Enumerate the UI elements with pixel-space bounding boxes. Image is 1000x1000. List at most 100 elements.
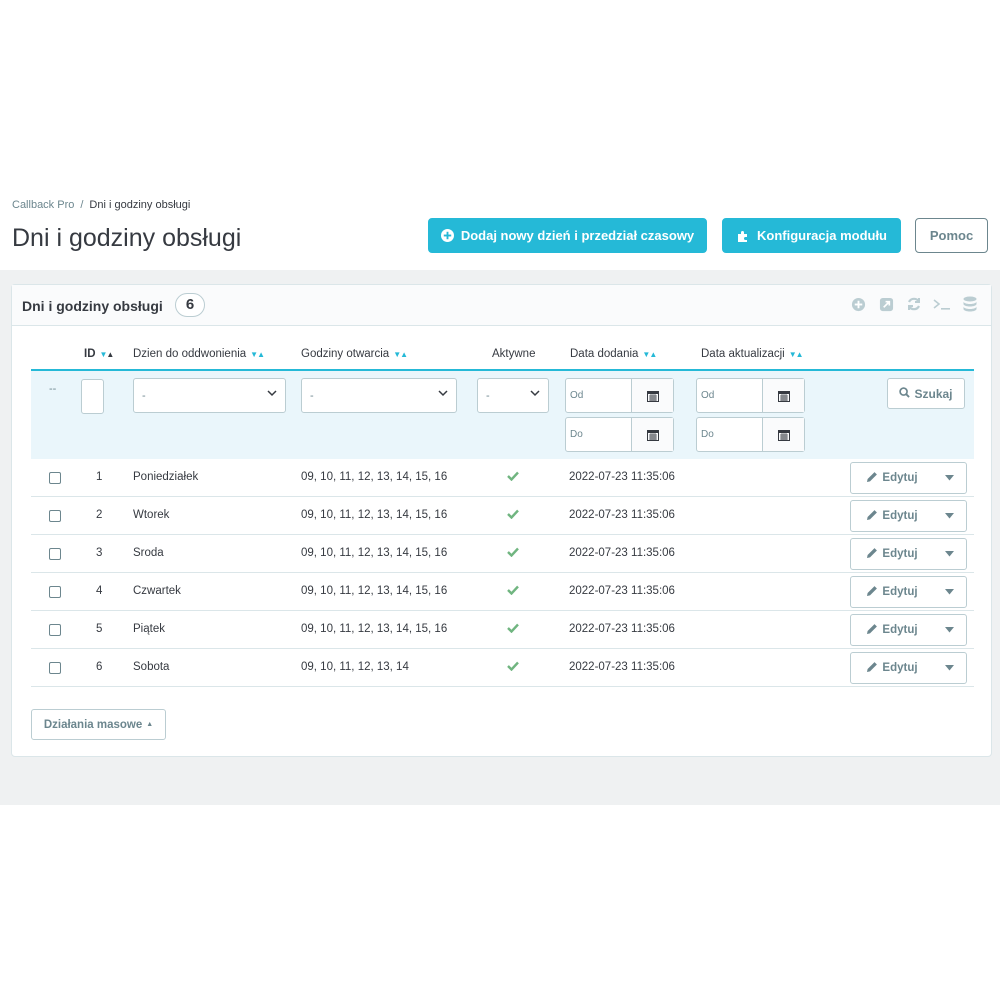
row-hours: 09, 10, 11, 12, 13, 14, 15, 16 bbox=[301, 471, 448, 483]
refresh-icon[interactable] bbox=[905, 295, 923, 313]
plus-circle-icon bbox=[440, 229, 454, 242]
sort-arrows-icon[interactable]: ▼▲ bbox=[250, 350, 265, 359]
row-date-added: 2022-07-23 11:35:06 bbox=[569, 547, 675, 559]
pencil-icon bbox=[866, 585, 878, 600]
edit-button[interactable]: Edytuj bbox=[851, 463, 933, 493]
active-check-icon[interactable] bbox=[507, 623, 519, 636]
sort-arrows-icon[interactable]: ▼▲ bbox=[642, 350, 657, 359]
caret-down-icon[interactable] bbox=[932, 501, 966, 531]
row-actions: Edytuj bbox=[850, 538, 967, 570]
column-header-day-label: Dzien do oddwonienia bbox=[133, 348, 247, 360]
row-actions: Edytuj bbox=[850, 576, 967, 608]
date-updated-from-field[interactable]: Od bbox=[696, 378, 805, 413]
caret-down-icon[interactable] bbox=[932, 577, 966, 607]
calendar-icon[interactable] bbox=[631, 379, 673, 412]
filter-dash: -- bbox=[49, 383, 57, 395]
row-id: 5 bbox=[96, 623, 103, 635]
edit-button[interactable]: Edytuj bbox=[851, 539, 933, 569]
row-date-added: 2022-07-23 11:35:06 bbox=[569, 661, 675, 673]
column-header-date-updated: Data aktualizacji ▼▲ bbox=[701, 348, 804, 360]
sort-arrows-icon[interactable]: ▼▲ bbox=[789, 350, 804, 359]
row-actions: Edytuj bbox=[850, 652, 967, 684]
active-filter-select[interactable]: - bbox=[477, 378, 549, 413]
edit-button[interactable]: Edytuj bbox=[851, 653, 933, 683]
column-header-id-label: ID bbox=[84, 348, 96, 360]
bulk-actions-button[interactable]: Działania masowe ▲ bbox=[31, 709, 166, 740]
help-button[interactable]: Pomoc bbox=[915, 218, 988, 253]
caret-down-icon[interactable] bbox=[932, 463, 966, 493]
caret-down-icon[interactable] bbox=[932, 653, 966, 683]
row-day: Czwartek bbox=[133, 585, 181, 597]
edit-label: Edytuj bbox=[882, 510, 918, 522]
row-day: Sroda bbox=[133, 547, 164, 559]
caret-down-icon[interactable] bbox=[932, 539, 966, 569]
row-day: Wtorek bbox=[133, 509, 170, 521]
day-filter-select[interactable]: - bbox=[133, 378, 286, 413]
active-check-icon[interactable] bbox=[507, 471, 519, 484]
active-check-icon[interactable] bbox=[507, 585, 519, 598]
sort-arrows-icon[interactable]: ▼▲ bbox=[100, 350, 115, 359]
row-hours: 09, 10, 11, 12, 13, 14, 15, 16 bbox=[301, 585, 448, 597]
edit-button[interactable]: Edytuj bbox=[851, 501, 933, 531]
table-row[interactable]: 3 Sroda 09, 10, 11, 12, 13, 14, 15, 16 2022… bbox=[31, 535, 974, 573]
module-config-button[interactable]: Konfiguracja modułu bbox=[722, 218, 901, 253]
bulk-actions-label: Działania masowe bbox=[43, 718, 143, 731]
row-checkbox[interactable] bbox=[49, 662, 61, 674]
column-header-date-added-label: Data dodania bbox=[570, 348, 639, 360]
table-row[interactable]: 5 Piątek 09, 10, 11, 12, 13, 14, 15, 16 202… bbox=[31, 611, 974, 649]
table-row[interactable]: 2 Wtorek 09, 10, 11, 12, 13, 14, 15, 16 202… bbox=[31, 497, 974, 535]
add-new-icon[interactable] bbox=[849, 295, 867, 313]
chevron-down-icon bbox=[438, 388, 448, 401]
row-hours: 09, 10, 11, 12, 13, 14 bbox=[301, 661, 409, 673]
column-header-date-added: Data dodania ▼▲ bbox=[570, 348, 657, 360]
hours-filter-select[interactable]: - bbox=[301, 378, 457, 413]
column-header-day: Dzien do oddwonienia ▼▲ bbox=[133, 348, 265, 360]
puzzle-icon bbox=[736, 229, 750, 243]
row-hours: 09, 10, 11, 12, 13, 14, 15, 16 bbox=[301, 509, 448, 521]
date-added-to-placeholder: Do bbox=[570, 429, 583, 440]
date-updated-to-placeholder: Do bbox=[701, 429, 714, 440]
database-icon[interactable] bbox=[961, 295, 979, 313]
row-hours: 09, 10, 11, 12, 13, 14, 15, 16 bbox=[301, 623, 448, 635]
row-checkbox[interactable] bbox=[49, 472, 61, 484]
active-check-icon[interactable] bbox=[507, 547, 519, 560]
date-updated-to-field[interactable]: Do bbox=[696, 417, 805, 452]
edit-label: Edytuj bbox=[882, 472, 918, 484]
table-row[interactable]: 4 Czwartek 09, 10, 11, 12, 13, 14, 15, 16 2… bbox=[31, 573, 974, 611]
active-check-icon[interactable] bbox=[507, 661, 519, 674]
add-day-button[interactable]: Dodaj nowy dzień i przedział czasowy bbox=[428, 218, 707, 253]
edit-button[interactable]: Edytuj bbox=[851, 615, 933, 645]
sql-query-icon[interactable] bbox=[933, 295, 951, 313]
row-checkbox[interactable] bbox=[49, 586, 61, 598]
caret-down-icon[interactable] bbox=[932, 615, 966, 645]
row-date-added: 2022-07-23 11:35:06 bbox=[569, 471, 675, 483]
table-row[interactable]: 1 Poniedziałek 09, 10, 11, 12, 13, 14, 15,… bbox=[31, 459, 974, 497]
breadcrumb-parent[interactable]: Callback Pro bbox=[12, 199, 74, 211]
table-row[interactable]: 6 Sobota 09, 10, 11, 12, 13, 14 2022-07-23 … bbox=[31, 649, 974, 687]
date-added-from-field[interactable]: Od bbox=[565, 378, 674, 413]
row-date-added: 2022-07-23 11:35:06 bbox=[569, 585, 675, 597]
active-check-icon[interactable] bbox=[507, 509, 519, 522]
row-id: 1 bbox=[96, 471, 103, 483]
date-added-to-field[interactable]: Do bbox=[565, 417, 674, 452]
pencil-icon bbox=[866, 471, 878, 486]
row-checkbox[interactable] bbox=[49, 548, 61, 560]
row-checkbox[interactable] bbox=[49, 510, 61, 522]
edit-button[interactable]: Edytuj bbox=[851, 577, 933, 607]
sort-arrows-icon[interactable]: ▼▲ bbox=[393, 350, 408, 359]
page-header: Callback Pro / Dni i godziny obsługi Dni i… bbox=[0, 190, 1000, 270]
export-icon[interactable] bbox=[877, 295, 895, 313]
search-button[interactable]: Szukaj bbox=[887, 378, 965, 409]
content-area: Dni i godziny obsługi 6 ID ▼▲ Dzien do o… bbox=[0, 270, 1000, 805]
id-filter-input[interactable] bbox=[81, 379, 104, 414]
calendar-icon[interactable] bbox=[762, 379, 804, 412]
row-actions: Edytuj bbox=[850, 462, 967, 494]
edit-label: Edytuj bbox=[882, 586, 918, 598]
filter-row: -- - - - Od Do Od Do Szukaj bbox=[31, 369, 974, 459]
calendar-icon[interactable] bbox=[631, 418, 673, 451]
search-icon bbox=[899, 386, 911, 401]
row-checkbox[interactable] bbox=[49, 624, 61, 636]
chevron-down-icon bbox=[267, 388, 277, 401]
calendar-icon[interactable] bbox=[762, 418, 804, 451]
column-header-date-updated-label: Data aktualizacji bbox=[701, 348, 785, 360]
